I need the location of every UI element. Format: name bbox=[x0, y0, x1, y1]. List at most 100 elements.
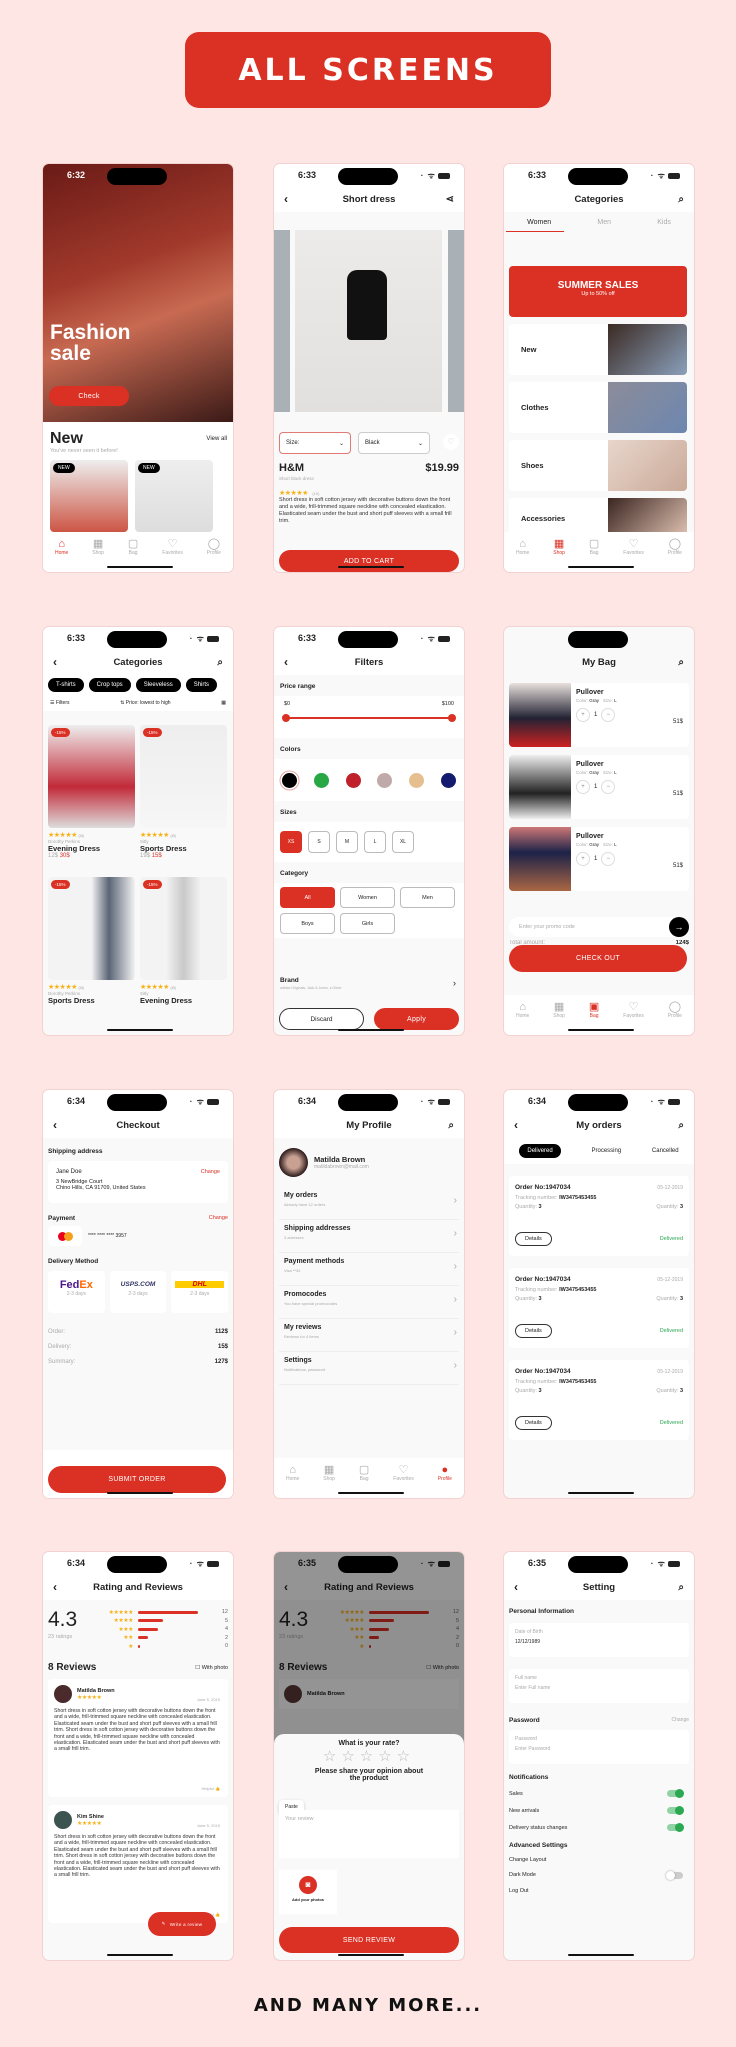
tab-profile[interactable]: ● Profile bbox=[438, 1464, 452, 1498]
product-card[interactable]: -15% ★★★★★ (10) Dorothy Perkins Sports Dres… bbox=[48, 877, 135, 1027]
carrier-fedex[interactable]: FedEx 2-3 days bbox=[48, 1271, 105, 1313]
notification-toggle[interactable] bbox=[667, 1823, 684, 1832]
category-option[interactable]: Men bbox=[400, 887, 455, 908]
add-photos-button[interactable]: ◙ Add your photos bbox=[279, 1870, 337, 1914]
product-card[interactable]: -15% ★★★★★ (10) Dorothy Perkins Evening Dre… bbox=[48, 725, 135, 875]
size-option[interactable]: M bbox=[336, 831, 358, 853]
discard-button[interactable]: Discard bbox=[279, 1008, 364, 1030]
change-password-link[interactable]: Change bbox=[671, 1717, 689, 1724]
tab-profile[interactable]: ◯ Profile bbox=[668, 1001, 682, 1035]
product-card[interactable]: NEW bbox=[135, 460, 213, 532]
change-address-link[interactable]: Change bbox=[201, 1169, 220, 1175]
color-swatch[interactable] bbox=[408, 772, 424, 788]
bag-item[interactable]: Pullover Color: Gray Size: L +1−51$ bbox=[509, 755, 689, 819]
price-slider[interactable]: $0 $100 bbox=[274, 696, 464, 738]
color-swatch[interactable] bbox=[440, 772, 456, 788]
order-card[interactable]: Order No:1947034 05-12-2019 Tracking numbe… bbox=[509, 1360, 689, 1440]
product-card[interactable]: NEW bbox=[50, 460, 128, 532]
decrease-button[interactable]: − bbox=[601, 852, 616, 866]
category-option[interactable]: Women bbox=[340, 887, 395, 908]
back-icon[interactable]: ‹ bbox=[284, 192, 288, 206]
bag-item[interactable]: Pullover Color: Gray Size: L +1−51$ bbox=[509, 827, 689, 891]
review-textarea[interactable]: Your review bbox=[279, 1810, 459, 1858]
tab-processing[interactable]: Processing bbox=[591, 1148, 621, 1154]
details-button[interactable]: Details bbox=[515, 1416, 552, 1430]
apply-button[interactable]: Apply bbox=[374, 1008, 459, 1030]
slider-min-handle[interactable] bbox=[282, 714, 290, 722]
tab-home[interactable]: ⌂ Home bbox=[516, 1001, 529, 1035]
category-option[interactable]: All bbox=[280, 887, 335, 908]
product-card[interactable]: -15% ★★★★★ (10) Sitly Sports Dress 19$ 15$ bbox=[140, 725, 227, 875]
back-icon[interactable]: ‹ bbox=[514, 1580, 518, 1594]
search-icon[interactable]: ⌕ bbox=[217, 657, 223, 668]
promo-code-input[interactable]: Enter your promo code → bbox=[509, 917, 689, 937]
size-option[interactable]: L bbox=[364, 831, 386, 853]
color-swatch[interactable] bbox=[345, 772, 361, 788]
profile-menu-item[interactable]: Payment methods Visa **34 › bbox=[279, 1253, 459, 1286]
category-shoes[interactable]: Shoes bbox=[509, 440, 687, 491]
tab-women[interactable]: Women bbox=[527, 219, 551, 226]
sort-button[interactable]: ⇅ Price: lowest to high bbox=[120, 700, 170, 706]
decrease-button[interactable]: − bbox=[601, 780, 616, 794]
tab-shop[interactable]: ▦ Shop bbox=[553, 1001, 565, 1035]
tab-delivered[interactable]: Delivered bbox=[519, 1144, 561, 1158]
profile-menu-item[interactable]: Promocodes You have special promocodes › bbox=[279, 1286, 459, 1319]
log-out-item[interactable]: Log Out bbox=[504, 1884, 694, 1898]
back-icon[interactable]: ‹ bbox=[284, 655, 288, 669]
arrow-right-icon[interactable]: → bbox=[669, 917, 689, 937]
product-card[interactable]: -15% ★★★★★ (10) Sitly Evening Dress bbox=[140, 877, 227, 1027]
password-field[interactable]: Password Enter Password bbox=[509, 1730, 689, 1764]
increase-button[interactable]: + bbox=[576, 852, 590, 866]
view-all-link[interactable]: View all bbox=[206, 436, 227, 442]
size-option[interactable]: XS bbox=[280, 831, 302, 853]
favorite-button[interactable]: ♡ bbox=[443, 434, 459, 450]
change-payment-link[interactable]: Change bbox=[209, 1215, 228, 1222]
product-image[interactable] bbox=[295, 230, 442, 412]
checkout-button[interactable]: CHECK OUT bbox=[509, 945, 687, 972]
bag-item[interactable]: Pullover Color: Gray Size: L +1−51$ bbox=[509, 683, 689, 747]
category-option[interactable]: Boys bbox=[280, 913, 335, 934]
carrier-usps[interactable]: USPS.COM 2-3 days bbox=[109, 1271, 167, 1313]
category-clothes[interactable]: Clothes bbox=[509, 382, 687, 433]
tab-cancelled[interactable]: Cancelled bbox=[652, 1148, 679, 1154]
size-option[interactable]: XL bbox=[392, 831, 414, 853]
chevron-right-icon[interactable]: › bbox=[453, 978, 456, 988]
tab-home[interactable]: ⌂ Home bbox=[516, 538, 529, 572]
tab-shop[interactable]: ▦ Shop bbox=[323, 1464, 335, 1498]
back-icon[interactable]: ‹ bbox=[53, 655, 57, 669]
notification-toggle[interactable] bbox=[667, 1806, 684, 1815]
carrier-dhl[interactable]: DHL 2-3 days bbox=[171, 1271, 229, 1313]
color-select[interactable]: Black ⌄ bbox=[358, 432, 430, 454]
slider-max-handle[interactable] bbox=[448, 714, 456, 722]
dark-mode-toggle[interactable] bbox=[666, 1871, 683, 1880]
tab-kids[interactable]: Kids bbox=[657, 219, 671, 226]
search-icon[interactable]: ⌕ bbox=[448, 1120, 454, 1131]
increase-button[interactable]: + bbox=[576, 780, 590, 794]
back-icon[interactable]: ‹ bbox=[53, 1118, 57, 1132]
summer-sales-banner[interactable]: SUMMER SALES Up to 50% off bbox=[509, 266, 687, 317]
chip-shirts[interactable]: Shirts bbox=[185, 678, 218, 692]
tab-home[interactable]: ⌂ Home bbox=[55, 538, 68, 572]
increase-button[interactable]: + bbox=[576, 708, 590, 722]
submit-order-button[interactable]: SUBMIT ORDER bbox=[48, 1466, 226, 1493]
filters-button[interactable]: ☰ Filters bbox=[50, 700, 70, 706]
check-button[interactable]: Check bbox=[49, 386, 129, 406]
decrease-button[interactable]: − bbox=[601, 708, 616, 722]
category-new[interactable]: New bbox=[509, 324, 687, 375]
color-swatch[interactable] bbox=[377, 772, 393, 788]
brand-label[interactable]: Brand bbox=[280, 977, 299, 984]
tab-profile[interactable]: ◯ Profile bbox=[207, 538, 221, 572]
tab-shop[interactable]: ▦ Shop bbox=[92, 538, 104, 572]
color-swatch[interactable] bbox=[282, 772, 298, 788]
details-button[interactable]: Details bbox=[515, 1324, 552, 1338]
search-icon[interactable]: ⌕ bbox=[678, 1582, 684, 1593]
share-icon[interactable]: ⋖ bbox=[446, 194, 454, 205]
write-review-button[interactable]: ✎ Write a review bbox=[148, 1912, 216, 1936]
tab-men[interactable]: Men bbox=[597, 219, 611, 226]
helpful-button[interactable]: Helpful 👍 bbox=[201, 1786, 220, 1791]
profile-menu-item[interactable]: My reviews Reviews for 4 items › bbox=[279, 1319, 459, 1352]
chip-sleeveless[interactable]: Sleeveless bbox=[135, 678, 181, 692]
star-rating-input[interactable]: ☆☆☆☆☆ bbox=[274, 1747, 464, 1765]
full-name-field[interactable]: Full name Enter Full name bbox=[509, 1669, 689, 1703]
search-icon[interactable]: ⌕ bbox=[678, 194, 684, 205]
